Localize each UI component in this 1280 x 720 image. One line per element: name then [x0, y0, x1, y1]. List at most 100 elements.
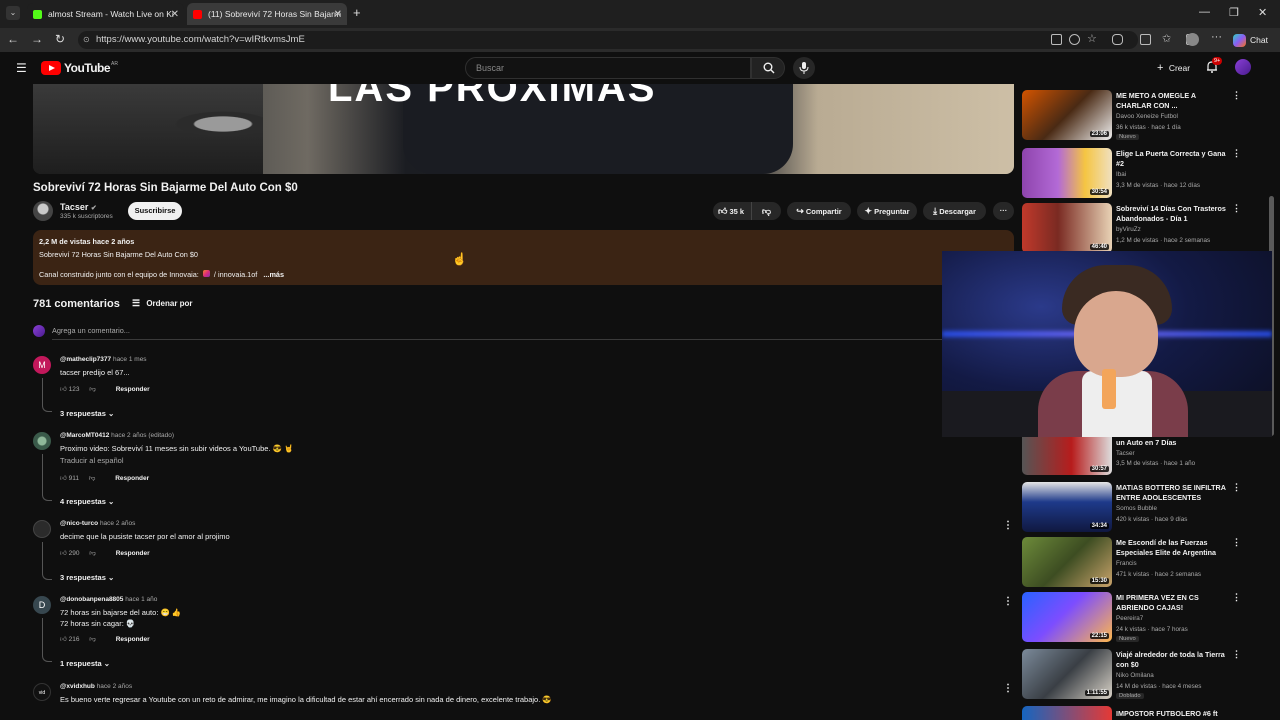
video-channel[interactable]: byViruZz	[1116, 226, 1141, 233]
description-box[interactable]: 2,2 M de vistas hace 2 años Sobreviví 72…	[33, 230, 1014, 285]
instagram-link[interactable]: / innovaia.1of	[214, 270, 257, 279]
close-window-icon[interactable]: ✕	[1258, 6, 1267, 19]
close-tab-icon[interactable]: ✕	[171, 9, 179, 20]
comment-author[interactable]: @MarcoMT0412	[60, 432, 109, 439]
comment-more-icon[interactable]: ⋮	[1003, 520, 1013, 531]
video-more-icon[interactable]: ⋮	[1232, 537, 1241, 548]
reply-button[interactable]: Responder	[116, 386, 150, 393]
add-comment-input[interactable]: Agrega un comentario...	[52, 326, 130, 335]
show-replies-button[interactable]: 4 respuestas ⌄	[60, 497, 114, 506]
video-channel[interactable]: Davoo Xeneize Futbol	[1116, 113, 1178, 120]
video-player[interactable]: LAS PRÓXIMAS	[33, 84, 1014, 174]
more-actions-button[interactable]: ···	[993, 202, 1014, 220]
video-thumbnail[interactable]: 46:40	[1022, 203, 1112, 253]
share-button[interactable]: ↪ Compartir	[787, 202, 851, 220]
comment-dislike-icon[interactable]: 👎︎	[89, 475, 96, 482]
video-more-icon[interactable]: ⋮	[1232, 649, 1241, 660]
show-replies-button[interactable]: 1 respuesta ⌄	[60, 659, 110, 668]
reply-button[interactable]: Responder	[115, 475, 149, 482]
recommended-video[interactable]: 34:34 MATIAS BOTTERO SE INFILTRA ENTRE A…	[1022, 482, 1247, 534]
comment-more-icon[interactable]: ⋮	[1003, 683, 1013, 694]
video-more-icon[interactable]: ⋮	[1232, 90, 1241, 101]
video-channel[interactable]: Niko Omilana	[1116, 672, 1154, 679]
forward-icon[interactable]: →	[29, 32, 45, 46]
tab-list-icon[interactable]: ⌄	[6, 6, 20, 20]
video-thumbnail[interactable]: 1:11:55	[1022, 649, 1112, 699]
favorite-star-icon[interactable]: ☆	[1087, 32, 1097, 45]
zoom-icon[interactable]	[1069, 34, 1080, 45]
video-more-icon[interactable]: ⋮	[1232, 148, 1241, 159]
recommended-video[interactable]: 15:30 Me Escondí de las Fuerzas Especial…	[1022, 537, 1247, 589]
voice-search-button[interactable]	[793, 57, 815, 79]
tab-youtube-video[interactable]: (11) Sobreviví 72 Horas Sin Bajarm ✕	[187, 3, 347, 25]
extensions-icon[interactable]	[1112, 34, 1123, 45]
like-button[interactable]: 👍︎ 35 k	[713, 202, 751, 220]
video-channel[interactable]: Peereira7	[1116, 615, 1143, 622]
channel-name[interactable]: Tacser ✔	[60, 202, 97, 212]
search-button[interactable]	[751, 57, 785, 79]
comment-author[interactable]: @matheclip7377	[60, 356, 111, 363]
comment-avatar[interactable]: D	[33, 596, 51, 614]
recommended-video[interactable]: 23:06 ME METO A OMEGLE A CHARLAR CON ...…	[1022, 90, 1247, 142]
video-channel[interactable]: Somos Bubble	[1116, 505, 1157, 512]
comment-author[interactable]: @donobanpena8805	[60, 596, 123, 603]
comment-dislike-icon[interactable]: 👎︎	[89, 636, 96, 643]
download-button[interactable]: ⤓ Descargar	[923, 202, 986, 220]
comment-time[interactable]: hace 2 años	[100, 520, 135, 527]
recommended-video[interactable]: 30:54 Elige La Puerta Correcta y Gana #2…	[1022, 148, 1247, 200]
comment-more-icon[interactable]: ⋮	[1003, 596, 1013, 607]
video-channel[interactable]: Ibai	[1116, 171, 1126, 178]
comment-author[interactable]: @nico-turco	[60, 520, 98, 527]
more-menu-icon[interactable]: ···	[1211, 31, 1222, 43]
create-button[interactable]: + Crear	[1149, 58, 1198, 78]
comment-dislike-icon[interactable]: 👎︎	[89, 386, 96, 393]
comment-dislike-icon[interactable]: 👎︎	[89, 550, 96, 557]
show-replies-button[interactable]: 3 respuestas ⌄	[60, 409, 114, 418]
video-thumbnail[interactable]	[1022, 706, 1112, 720]
youtube-logo[interactable]: YouTube AR	[41, 61, 118, 75]
copilot-chat-button[interactable]: Chat	[1233, 32, 1268, 48]
recommended-video[interactable]: 22:15 MI PRIMERA VEZ EN CS ABRIENDO CAJA…	[1022, 592, 1247, 644]
video-thumbnail[interactable]: 22:15	[1022, 592, 1112, 642]
video-thumbnail[interactable]: 30:54	[1022, 148, 1112, 198]
sort-button[interactable]: ☰ Ordenar por	[132, 298, 193, 309]
reload-icon[interactable]: ↻	[52, 32, 68, 46]
comment-like-icon[interactable]: 👍︎	[60, 386, 67, 393]
comment-avatar[interactable]	[33, 520, 51, 538]
close-tab-icon[interactable]: ✕	[334, 9, 342, 20]
favorites-icon[interactable]: ✩	[1162, 32, 1171, 45]
apps-icon[interactable]	[1051, 34, 1062, 45]
comment-time[interactable]: hace 2 años (editado)	[111, 432, 174, 439]
hamburger-menu-icon[interactable]: ☰	[16, 61, 27, 75]
more-link[interactable]: ...más	[263, 270, 284, 279]
video-more-icon[interactable]: ⋮	[1232, 482, 1241, 493]
ask-button[interactable]: ✦ Preguntar	[857, 202, 917, 220]
comment-like-icon[interactable]: 👍︎	[60, 550, 67, 557]
video-thumbnail[interactable]: 34:34	[1022, 482, 1112, 532]
address-bar[interactable]: ⊙ https://www.youtube.com/watch?v=wIRtkv…	[78, 31, 1138, 49]
recommended-video[interactable]: 1:11:55 Viajé alrededor de toda la Tierr…	[1022, 649, 1247, 701]
reply-button[interactable]: Responder	[116, 550, 150, 557]
subscribe-button[interactable]: Suscribirse	[128, 202, 182, 220]
maximize-icon[interactable]: ❐	[1229, 6, 1239, 19]
comment-like-icon[interactable]: 👍︎	[60, 475, 67, 482]
reply-button[interactable]: Responder	[116, 636, 150, 643]
tab-kick-stream[interactable]: almost Stream - Watch Live on Ki ✕	[27, 3, 184, 25]
read-aloud-icon[interactable]	[1140, 34, 1151, 45]
new-tab-icon[interactable]: +	[353, 5, 361, 20]
video-thumbnail[interactable]: 23:06	[1022, 90, 1112, 140]
account-avatar[interactable]	[1235, 59, 1251, 75]
comment-time[interactable]: hace 2 años	[97, 683, 132, 690]
translate-link[interactable]: Traducir al español	[60, 455, 124, 467]
recommended-video[interactable]: 46:40 Sobreviví 14 Días Con Trasteros Ab…	[1022, 203, 1247, 255]
profile-avatar-icon[interactable]	[1186, 33, 1199, 46]
dislike-button[interactable]: 👎︎	[751, 202, 781, 220]
comment-like-icon[interactable]: 👍︎	[60, 636, 67, 643]
video-more-icon[interactable]: ⋮	[1232, 203, 1241, 214]
recommended-video[interactable]: IMPOSTOR FUTBOLERO #6 ft	[1022, 706, 1247, 720]
back-icon[interactable]: ←	[5, 32, 21, 46]
video-more-icon[interactable]: ⋮	[1232, 592, 1241, 603]
comment-avatar[interactable]: vid	[33, 683, 51, 701]
video-channel[interactable]: Tacser	[1116, 450, 1135, 457]
comment-author[interactable]: @xvidxhub	[60, 683, 95, 690]
